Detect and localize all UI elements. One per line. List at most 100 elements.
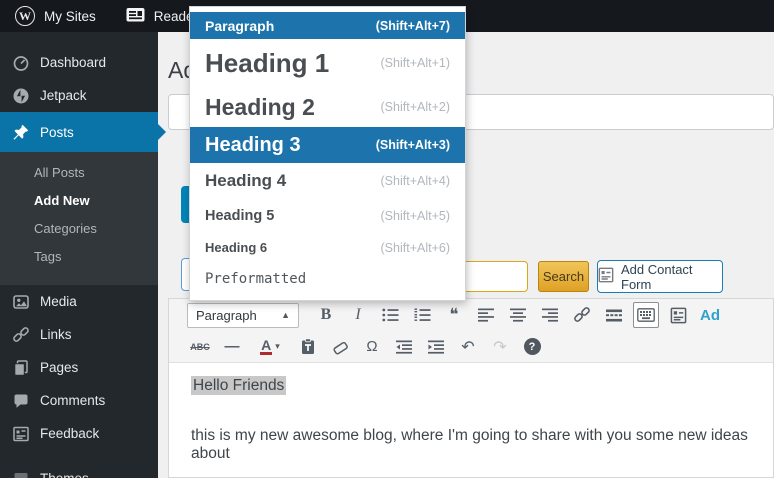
search-button[interactable]: Search [538, 261, 589, 292]
submenu-item-add-new[interactable]: Add New [0, 187, 158, 215]
format-option-heading-4[interactable]: Heading 4 (Shift+Alt+4) [190, 163, 465, 199]
paste-as-text-button[interactable] [295, 334, 321, 360]
indent-icon [428, 340, 444, 354]
sidebar-item-feedback[interactable]: Feedback [0, 417, 158, 450]
toolbar-toggle-button[interactable] [633, 302, 659, 328]
italic-button[interactable]: I [345, 302, 371, 328]
sidebar-item-jetpack[interactable]: Jetpack [0, 79, 158, 112]
chevron-down-icon: ▾ [275, 341, 280, 352]
wordpress-admin-screen: Add New Post Search Add Contact Form W M… [0, 0, 774, 478]
my-sites-menu[interactable]: W My Sites [0, 0, 111, 32]
media-icon [12, 293, 30, 311]
chevron-up-icon: ▲ [281, 310, 290, 320]
format-option-heading-2[interactable]: Heading 2 (Shift+Alt+2) [190, 87, 465, 127]
my-sites-label: My Sites [44, 9, 96, 24]
sidebar-item-dashboard[interactable]: Dashboard [0, 46, 158, 79]
bullet-list-button[interactable] [377, 302, 403, 328]
contact-form-toolbar-button[interactable] [665, 302, 691, 328]
sidebar-label: Dashboard [40, 55, 106, 70]
sidebar-item-themes[interactable]: Themes [0, 462, 158, 478]
text-color-button[interactable]: A ▾ [251, 334, 289, 360]
shortcut-label: (Shift+Alt+2) [381, 100, 450, 114]
shortcut-label: (Shift+Alt+7) [376, 19, 450, 33]
clear-formatting-button[interactable] [327, 334, 353, 360]
selected-text-line[interactable]: Hello Friends [191, 377, 751, 395]
numbered-list-button[interactable] [409, 302, 435, 328]
sidebar-label: Comments [40, 393, 105, 408]
outdent-button[interactable] [391, 334, 417, 360]
pages-icon [12, 359, 30, 377]
feedback-form-icon [12, 425, 30, 443]
strikethrough-icon: ABC [190, 342, 210, 352]
undo-button[interactable]: ↶ [455, 334, 481, 360]
wordpress-logo-icon: W [15, 6, 35, 26]
more-tag-icon [606, 309, 622, 322]
align-center-button[interactable] [505, 302, 531, 328]
sidebar-item-pages[interactable]: Pages [0, 351, 158, 384]
blockquote-icon: ❝ [449, 310, 458, 320]
format-select[interactable]: Paragraph ▲ [187, 303, 299, 328]
posts-submenu: All Posts Add New Categories Tags [0, 152, 158, 285]
sidebar-label: Links [40, 327, 72, 342]
shortcut-label: (Shift+Alt+5) [381, 209, 450, 223]
admin-sidebar: Dashboard Jetpack Posts All Posts Add Ne… [0, 32, 158, 478]
help-button[interactable]: ? [519, 334, 545, 360]
format-option-heading-1[interactable]: Heading 1 (Shift+Alt+1) [190, 39, 465, 87]
eraser-icon [331, 339, 349, 355]
align-left-icon [478, 308, 494, 322]
bold-icon: B [321, 306, 332, 324]
format-dropdown-menu: Paragraph (Shift+Alt+7) Heading 1 (Shift… [189, 6, 466, 301]
insert-link-button[interactable] [569, 302, 595, 328]
text-color-icon: A ▾ [260, 338, 280, 355]
body-text-line[interactable]: this is my new awesome blog, where I'm g… [191, 427, 751, 463]
shortcut-label: (Shift+Alt+1) [381, 56, 450, 70]
outdent-icon [396, 340, 412, 354]
reader-icon [126, 7, 145, 26]
undo-icon: ↶ [461, 337, 474, 357]
keyboard-icon [637, 308, 655, 322]
align-left-button[interactable] [473, 302, 499, 328]
blockquote-button[interactable]: ❝ [441, 302, 467, 328]
add-contact-form-label: Add Contact Form [621, 262, 722, 292]
link-icon [573, 306, 591, 324]
numbered-list-icon [414, 308, 431, 322]
format-option-preformatted[interactable]: Preformatted [190, 263, 465, 295]
format-option-heading-3[interactable]: Heading 3 (Shift+Alt+3) [190, 127, 465, 163]
sidebar-item-links[interactable]: Links [0, 318, 158, 351]
paste-as-text-icon [300, 338, 316, 355]
indent-button[interactable] [423, 334, 449, 360]
submenu-item-all-posts[interactable]: All Posts [0, 159, 158, 187]
redo-icon: ↷ [493, 337, 506, 357]
bold-button[interactable]: B [313, 302, 339, 328]
submenu-item-tags[interactable]: Tags [0, 243, 158, 271]
horizontal-rule-button[interactable]: — [219, 334, 245, 360]
submenu-item-categories[interactable]: Categories [0, 215, 158, 243]
format-option-heading-6[interactable]: Heading 6 (Shift+Alt+6) [190, 232, 465, 263]
sidebar-item-posts[interactable]: Posts [0, 112, 158, 152]
sidebar-item-comments[interactable]: Comments [0, 384, 158, 417]
editor-toolbar-row2: ABC — A ▾ Ω [169, 331, 773, 362]
pin-icon [12, 123, 30, 141]
ad-button[interactable]: Ad [697, 302, 723, 328]
contact-form-icon [598, 267, 614, 286]
redo-button[interactable]: ↷ [487, 334, 513, 360]
sidebar-label: Jetpack [40, 88, 87, 103]
special-character-button[interactable]: Ω [359, 334, 385, 360]
editor-content-area[interactable]: Hello Friends this is my new awesome blo… [169, 362, 773, 477]
shortcut-label: (Shift+Alt+3) [376, 138, 450, 152]
sidebar-label: Pages [40, 360, 78, 375]
add-contact-form-button[interactable]: Add Contact Form [597, 260, 723, 293]
format-option-paragraph[interactable]: Paragraph (Shift+Alt+7) [190, 12, 465, 39]
sidebar-item-media[interactable]: Media [0, 285, 158, 318]
bullet-list-icon [382, 308, 399, 322]
more-tag-button[interactable] [601, 302, 627, 328]
format-option-heading-5[interactable]: Heading 5 (Shift+Alt+5) [190, 199, 465, 232]
align-right-button[interactable] [537, 302, 563, 328]
editor-toolbar-row1: Paragraph ▲ B I ❝ [169, 299, 773, 331]
format-select-value: Paragraph [196, 308, 257, 323]
classic-editor: Paragraph ▲ B I ❝ [168, 298, 774, 478]
link-chain-icon [12, 326, 30, 344]
strikethrough-button[interactable]: ABC [187, 334, 213, 360]
align-right-icon [542, 308, 558, 322]
contact-form-icon [670, 307, 687, 324]
